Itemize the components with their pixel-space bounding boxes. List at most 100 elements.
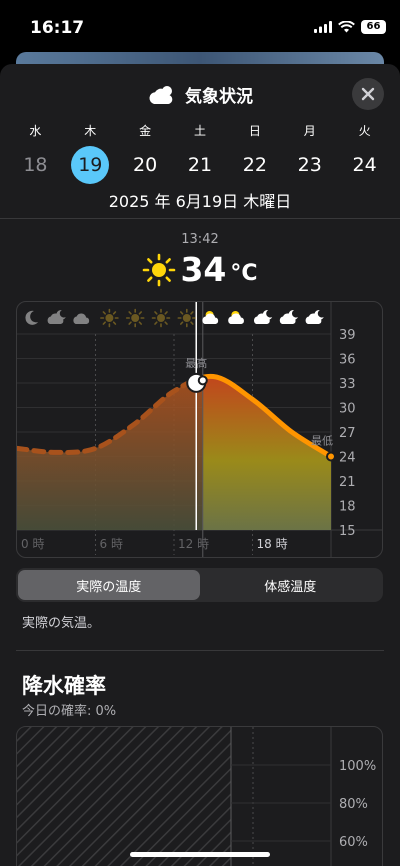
sun-icon xyxy=(143,253,176,286)
forecast-start-marker xyxy=(197,375,208,386)
status-icons: 66 xyxy=(314,20,386,34)
y-tick-label: 33 xyxy=(339,377,356,392)
sun-core xyxy=(105,314,114,322)
sheet-title: 気象状況 xyxy=(185,87,253,107)
weekday-label: 火 xyxy=(358,124,371,138)
date-row: 18 19 20 21 22 23 24 xyxy=(8,146,392,184)
date-22[interactable]: 22 xyxy=(227,146,282,184)
y-tick-label: 27 xyxy=(339,426,356,441)
y-tick-label: 36 xyxy=(339,353,356,368)
cloud-sun-icon xyxy=(149,85,173,104)
cloud-sun-icon xyxy=(228,311,244,324)
signal-icon xyxy=(314,21,332,33)
weekday-row: 水木金土日月火 xyxy=(8,122,392,139)
date-number: 18 xyxy=(23,154,48,176)
date-number: 24 xyxy=(352,154,377,176)
cloud-shape xyxy=(253,313,270,324)
sun-ray xyxy=(179,311,184,315)
date-18[interactable]: 18 xyxy=(8,146,63,184)
temperature-mode-switch: 実際の温度 体感温度 xyxy=(16,568,383,602)
weekday-label: 金 xyxy=(139,124,152,138)
precip-y-tick-label: 100% xyxy=(339,759,376,774)
sun-icon xyxy=(125,308,145,328)
home-indicator[interactable] xyxy=(130,852,270,857)
x-tick-label: 0 時 xyxy=(21,537,44,551)
sun-icon xyxy=(100,308,119,328)
sun-ray xyxy=(138,321,143,325)
sun-ray xyxy=(128,311,132,315)
date-number: 21 xyxy=(187,154,213,176)
cloud-sun-icon xyxy=(202,311,219,324)
conditions-sheet: 気象状況 水 木 金 土 日 月 火 18 19 20 21 22 23 24 2025 年 6月19日… xyxy=(0,64,400,866)
cloud-shape xyxy=(73,313,90,324)
y-tick-label: 30 xyxy=(339,402,356,417)
status-bar: 16:17 66 xyxy=(0,0,400,56)
precip-y-tick-label: 60% xyxy=(339,835,368,850)
moon-icon xyxy=(25,310,38,325)
y-tick-label: 15 xyxy=(339,524,356,539)
current-temp-unit: °C xyxy=(230,261,258,286)
sun-ray xyxy=(102,311,106,315)
cloud-moon-icon xyxy=(279,309,298,324)
weekday-label: 木 xyxy=(84,124,97,138)
min-label: 最低 xyxy=(311,435,333,448)
xmark-icon xyxy=(361,87,375,101)
weekday-label: 月 xyxy=(303,124,316,138)
feels-like-option[interactable]: 体感温度 xyxy=(200,570,382,600)
precip-y-tick-label: 80% xyxy=(339,797,368,812)
precipitation-chart-svg: 100% 80% 60% xyxy=(17,727,376,866)
date-number: 20 xyxy=(133,154,158,176)
divider xyxy=(16,650,384,651)
cloud-moon-icon xyxy=(47,309,66,324)
date-19[interactable]: 19 xyxy=(63,146,118,184)
date-number: 22 xyxy=(242,154,267,176)
cloud-shape xyxy=(202,313,219,324)
sun-ray xyxy=(154,311,158,315)
sun-core xyxy=(131,314,140,322)
date-23[interactable]: 23 xyxy=(282,146,337,184)
temperature-chart-svg: 最高最低 39 36 33 30 27 24 21 18 15 0 時 6 時 12 時 18 時 xyxy=(17,302,382,557)
precip-title: 降水確率 xyxy=(22,674,106,698)
sun-ray xyxy=(112,311,117,315)
sun-ray xyxy=(164,311,168,315)
current-time: 13:42 xyxy=(181,232,219,247)
chart-description: 実際の気温。 xyxy=(22,616,101,631)
date-number: 19 xyxy=(71,146,110,184)
close-button[interactable] xyxy=(352,78,384,110)
cloud-shape xyxy=(47,313,64,324)
cloud-moon-icon xyxy=(253,309,273,324)
date-number: 23 xyxy=(297,154,322,176)
sun-core xyxy=(157,314,165,322)
weekday-label: 水 xyxy=(29,124,42,138)
sun-ray xyxy=(154,321,158,325)
cloud-shape xyxy=(305,313,322,324)
actual-temp-option[interactable]: 実際の温度 xyxy=(18,570,200,600)
cloud-icon xyxy=(73,313,90,324)
x-tick-label: 12 時 xyxy=(178,537,209,551)
y-tick-label: 39 xyxy=(339,328,356,343)
cloud-shape xyxy=(279,313,296,324)
sun-ray xyxy=(190,321,194,325)
date-24[interactable]: 24 xyxy=(337,146,392,184)
x-tick-label: 18 時 xyxy=(257,537,288,551)
y-tick-label: 21 xyxy=(339,475,356,490)
weekday-label: 土 xyxy=(194,124,207,138)
temperature-chart[interactable]: 最高 最低 39 36 33 30 27 24 21 18 15 0 時 6 時 12 時 18 時 xyxy=(16,301,383,558)
sun-core xyxy=(182,314,191,322)
status-time: 16:17 xyxy=(30,18,85,38)
sun-ray xyxy=(179,321,184,325)
cloud-moon-icon xyxy=(305,309,324,324)
moon-shape xyxy=(25,310,38,325)
past-hatch-area xyxy=(17,727,231,866)
sun-ray xyxy=(102,321,106,325)
precipitation-chart[interactable]: 100% 80% 60% xyxy=(16,726,383,866)
sun-ray xyxy=(164,321,168,325)
wifi-icon xyxy=(338,21,355,33)
sheet-header: 気象状況 xyxy=(0,82,400,107)
current-temperature: 34 °C xyxy=(0,250,400,289)
sun-ray xyxy=(112,321,117,325)
date-21[interactable]: 21 xyxy=(173,146,228,184)
cloud-shape xyxy=(228,313,244,324)
date-20[interactable]: 20 xyxy=(118,146,173,184)
min-temp-marker xyxy=(326,451,336,462)
